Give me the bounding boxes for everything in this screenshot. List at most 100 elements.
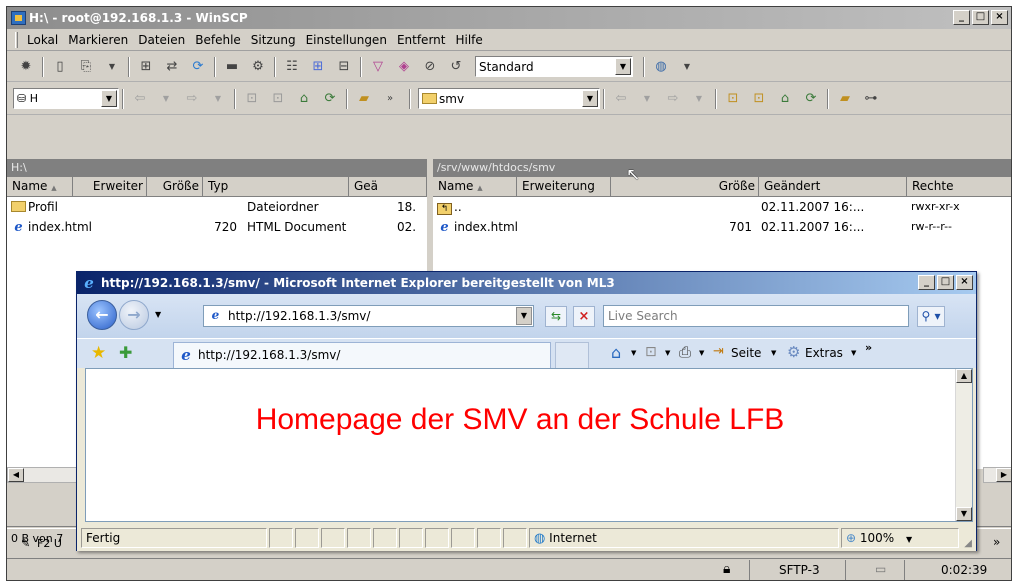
refresh-icon[interactable]: ⟳ [321, 90, 339, 108]
parent-dir-icon[interactable]: ⊡ [724, 90, 742, 108]
menu-sitzung[interactable]: Sitzung [246, 33, 301, 47]
gear-icon[interactable]: ⚙ [787, 343, 800, 361]
forward-button[interactable]: → [119, 300, 149, 330]
queue-icon[interactable]: ☷ [283, 58, 301, 76]
maximize-button[interactable]: □ [937, 275, 954, 290]
select-all-icon[interactable]: ⊞ [309, 58, 327, 76]
menu-markieren[interactable]: Markieren [63, 33, 133, 47]
menu-entfernt[interactable]: Entfernt [392, 33, 451, 47]
minimize-button[interactable]: _ [918, 275, 935, 290]
new-tab-button[interactable] [555, 342, 589, 368]
local-col-ext[interactable]: Erweiter [73, 177, 147, 196]
search-input[interactable]: Live Search [603, 305, 909, 327]
winscp-title-bar[interactable]: H:\ - root@192.168.1.3 - WinSCP _ □ × [7, 7, 1011, 29]
chevron-down-icon[interactable]: ▼ [665, 349, 670, 357]
menu-dateien[interactable]: Dateien [133, 33, 190, 47]
chevron-down-icon[interactable]: ▼ [103, 58, 121, 76]
back-button[interactable]: ← [87, 300, 117, 330]
menu-hilfe[interactable]: Hilfe [450, 33, 487, 47]
clear-icon[interactable]: ⊘ [421, 58, 439, 76]
tree-icon[interactable]: ⊶ [862, 90, 880, 108]
refresh-icon[interactable]: ⟳ [802, 90, 820, 108]
chevron-down-icon[interactable]: ▼ [906, 535, 912, 544]
page-icon[interactable]: ⇥ [713, 344, 724, 359]
compare-icon[interactable]: ⊞ [137, 58, 155, 76]
minimize-button[interactable]: _ [953, 10, 970, 25]
local-col-type[interactable]: Typ [203, 177, 349, 196]
chevron-down-icon[interactable]: ▼ [690, 90, 708, 108]
chevron-down-icon[interactable]: ▼ [631, 349, 636, 357]
menu-befehle[interactable]: Befehle [190, 33, 246, 47]
local-drive-select[interactable]: ⛁ H ▼ [13, 88, 119, 109]
root-dir-icon[interactable]: ⊡ [750, 90, 768, 108]
back-icon[interactable]: ⇦ [612, 90, 630, 108]
chevron-down-icon[interactable]: ▼ [582, 90, 598, 107]
favorites-star-icon[interactable]: ★ [91, 343, 106, 363]
open-folder-icon[interactable]: ▰ [836, 90, 854, 108]
page-menu[interactable]: Seite [731, 346, 761, 360]
remote-col-name[interactable]: Name ▲ [433, 177, 517, 196]
forward-icon[interactable]: ⇨ [183, 90, 201, 108]
chevron-down-icon[interactable]: ▼ [699, 349, 704, 357]
close-button[interactable]: × [991, 10, 1008, 25]
remote-col-rights[interactable]: Rechte [907, 177, 1011, 196]
parent-dir-icon[interactable]: ⊡ [243, 90, 261, 108]
more-icon[interactable]: » [865, 341, 872, 354]
filter-icon[interactable]: ▽ [369, 58, 387, 76]
remote-col-changed[interactable]: Geändert [759, 177, 907, 196]
chevron-down-icon[interactable]: ▼ [615, 58, 631, 75]
transfer-settings-select[interactable]: Standard ▼ [475, 56, 633, 77]
extras-menu[interactable]: Extras [805, 346, 843, 360]
ie-title-bar[interactable]: e http://192.168.1.3/smv/ - Microsoft In… [77, 272, 976, 294]
tab-current[interactable]: e http://192.168.1.3/smv/ [173, 342, 551, 368]
globe-icon[interactable]: ◍ [652, 58, 670, 76]
address-bar[interactable]: e http://192.168.1.3/smv/ ▼ [203, 305, 534, 327]
home-icon[interactable]: ⌂ [611, 343, 621, 362]
home-icon[interactable]: ⌂ [776, 90, 794, 108]
chevron-down-icon[interactable]: ▼ [678, 58, 696, 76]
chevron-down-icon[interactable]: ▼ [155, 310, 161, 319]
chevron-down-icon[interactable]: ▼ [771, 349, 776, 357]
chevron-down-icon[interactable]: ▼ [638, 90, 656, 108]
menu-lokal[interactable]: Lokal [22, 33, 63, 47]
open-folder-icon[interactable]: ▰ [355, 90, 373, 108]
scroll-down-icon[interactable]: ▼ [956, 507, 972, 521]
table-row[interactable]: ↰.. 02.11.2007 16:... rwxr-xr-x [437, 197, 1007, 217]
disk-icon[interactable]: ▯ [51, 58, 69, 76]
scroll-up-icon[interactable]: ▲ [956, 369, 972, 383]
console-icon[interactable]: ▬ [223, 58, 241, 76]
refresh-icon[interactable]: ⇆ [545, 306, 567, 327]
zone-indicator[interactable]: ◍ Internet [529, 528, 839, 548]
stop-icon[interactable]: × [573, 306, 595, 327]
resize-grip-icon[interactable]: ◢ [964, 538, 972, 549]
scroll-left-icon[interactable]: ◀ [8, 468, 24, 482]
menu-einstellungen[interactable]: Einstellungen [301, 33, 392, 47]
search-icon[interactable]: ⚲ ▾ [917, 306, 945, 327]
local-col-size[interactable]: Größe [147, 177, 203, 196]
more-commands-icon[interactable]: » [993, 535, 1000, 549]
forward-icon[interactable]: ⇨ [664, 90, 682, 108]
f2-command[interactable]: F2 U [37, 537, 62, 550]
gear-icon[interactable]: ✹ [17, 58, 35, 76]
local-horizontal-scrollbar[interactable]: ◀ [7, 467, 79, 483]
local-col-name[interactable]: Name ▲ [7, 177, 73, 196]
chevron-down-icon[interactable]: ▼ [209, 90, 227, 108]
table-row[interactable]: e index.html 701 02.11.2007 16:... rw-r--… [437, 217, 1007, 237]
close-button[interactable]: × [956, 275, 973, 290]
invert-icon[interactable]: ◈ [395, 58, 413, 76]
copy-icon[interactable]: ⎘ [77, 58, 95, 76]
refresh-icon[interactable]: ⟳ [189, 58, 207, 76]
table-row[interactable]: e index.html 720 HTML Document 02. [11, 217, 421, 237]
add-favorites-icon[interactable]: ✚ [119, 343, 132, 362]
back-icon[interactable]: ⇦ [131, 90, 149, 108]
feeds-icon[interactable]: ⊡ [645, 344, 657, 360]
chevron-down-icon[interactable]: ▼ [101, 90, 117, 107]
print-icon[interactable]: ⎙ [679, 343, 691, 361]
zoom-control[interactable]: ⊕ 100% ▼ [841, 528, 959, 548]
putty-icon[interactable]: ⚙ [249, 58, 267, 76]
root-dir-icon[interactable]: ⊡ [269, 90, 287, 108]
restore-icon[interactable]: ↺ [447, 58, 465, 76]
content-vertical-scrollbar[interactable]: ▲ ▼ [955, 369, 972, 521]
chevron-down-icon[interactable]: ▼ [851, 349, 856, 357]
home-icon[interactable]: ⌂ [295, 90, 313, 108]
